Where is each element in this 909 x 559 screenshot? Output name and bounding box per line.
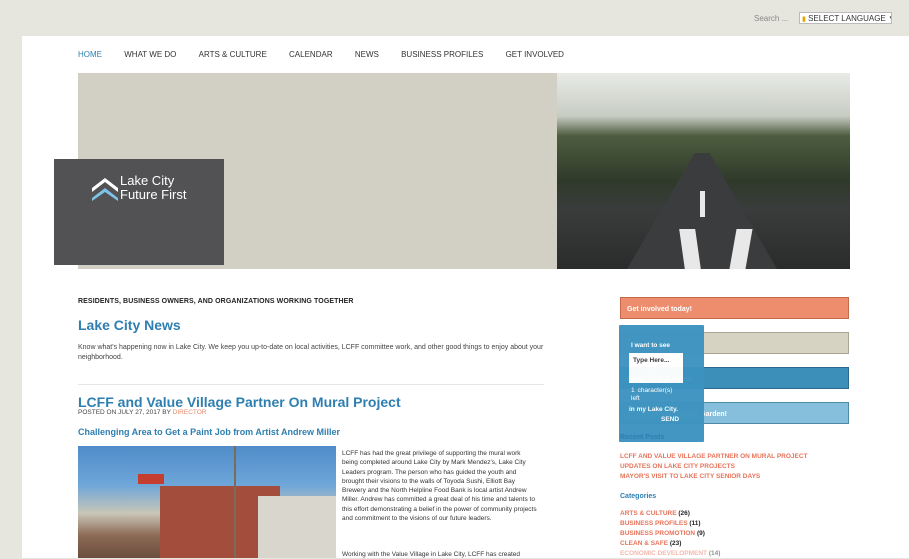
tagline: RESIDENTS, BUSINESS OWNERS, AND ORGANIZA… [78,298,354,305]
popup-tail-text: in my Lake City. [629,406,679,413]
recent-post-link[interactable]: LCFF AND VALUE VILLAGE PARTNER ON MURAL … [620,452,808,462]
post-meta: POSTED ON JULY 27, 2017 BY DIRECTOR [78,409,207,416]
nav-item-what-we-do[interactable]: WHAT WE DO [124,50,176,59]
google-translate-icon: ▮ [802,16,806,23]
categories-heading: Categories [620,493,657,500]
page-title: Lake City News [78,317,181,333]
post-subtitle: Challenging Area to Get a Paint Job from… [78,427,341,437]
post-image[interactable] [78,446,336,558]
category-link[interactable]: BUSINESS PROFILES [620,520,688,527]
category-link[interactable]: ECONOMIC DEVELOPMENT [620,550,707,557]
category-item: BUSINESS PROFILES (11) [620,519,720,529]
category-count: (11) [689,520,701,527]
page-container: HOME WHAT WE DO ARTS & CULTURE CALENDAR … [22,36,909,558]
category-count: (14) [708,550,721,557]
category-count: (9) [696,530,705,537]
hero-road-image [557,73,850,269]
categories-list: ARTS & CULTURE (26) BUSINESS PROFILES (1… [620,509,720,559]
post-date: POSTED ON JULY 27, 2017 BY [78,409,171,416]
nav-item-home[interactable]: HOME [78,50,102,59]
nav-item-get-involved[interactable]: GET INVOLVED [506,50,564,59]
chevron-down-icon: ▼ [888,14,891,23]
post-title[interactable]: LCFF and Value Village Partner On Mural … [78,394,401,410]
top-bar: Search ... ▮ SELECT LANGUAGE ▼ [0,0,909,36]
divider [78,384,544,385]
nav-item-calendar[interactable]: CALENDAR [289,50,333,59]
category-link[interactable]: ARTS & CULTURE [620,510,677,517]
language-select-label: SELECT LANGUAGE [808,14,886,23]
logo-text: Lake City Future First [120,174,186,202]
character-count-left: left [631,395,640,402]
send-button[interactable]: SEND [661,416,679,423]
post-body: LCFF has had the great privilege of supp… [342,450,537,523]
language-select[interactable]: ▮ SELECT LANGUAGE ▼ [799,12,892,24]
logo-line-1: Lake City [120,173,175,188]
recent-posts-list: LCFF AND VALUE VILLAGE PARTNER ON MURAL … [620,452,808,482]
news-intro: Know what's happening now in Lake City. … [78,344,544,361]
nav-item-business-profiles[interactable]: BUSINESS PROFILES [401,50,483,59]
recent-post-link[interactable]: UPDATES ON LAKE CITY PROJECTS [620,462,808,472]
character-count-label: character(s) [637,387,673,394]
character-count: 1 [631,387,635,394]
category-count: (26) [678,510,690,517]
recent-posts-heading: Recent Posts [620,434,665,441]
nav-item-news[interactable]: NEWS [355,50,379,59]
post-author-link[interactable]: DIRECTOR [173,409,207,416]
category-link[interactable]: CLEAN & SAFE [620,540,668,547]
category-item: CLEAN & SAFE (23) [620,539,720,549]
wish-popup: I want to see Type Here... 1 character(s)… [619,325,704,442]
wish-input[interactable]: Type Here... [629,353,683,383]
recent-post-link[interactable]: MAYOR'S VISIT TO LAKE CITY SENIOR DAYS [620,472,808,482]
search-input[interactable]: Search ... [754,14,788,23]
chevron-up-logo-icon [92,178,118,201]
character-counter: 1 character(s) left [631,387,672,403]
category-item: BUSINESS PROMOTION (9) [620,529,720,539]
category-link[interactable]: BUSINESS PROMOTION [620,530,695,537]
popup-heading: I want to see [631,342,671,349]
logo-line-2: Future First [120,187,187,202]
site-logo[interactable]: Lake City Future First [54,159,224,265]
nav-item-arts-culture[interactable]: ARTS & CULTURE [199,50,267,59]
main-nav: HOME WHAT WE DO ARTS & CULTURE CALENDAR … [78,50,584,59]
category-count: (23) [669,540,682,547]
category-item: ARTS & CULTURE (26) [620,509,720,519]
sidebar-cta-get-involved[interactable]: Get involved today! [620,297,849,319]
